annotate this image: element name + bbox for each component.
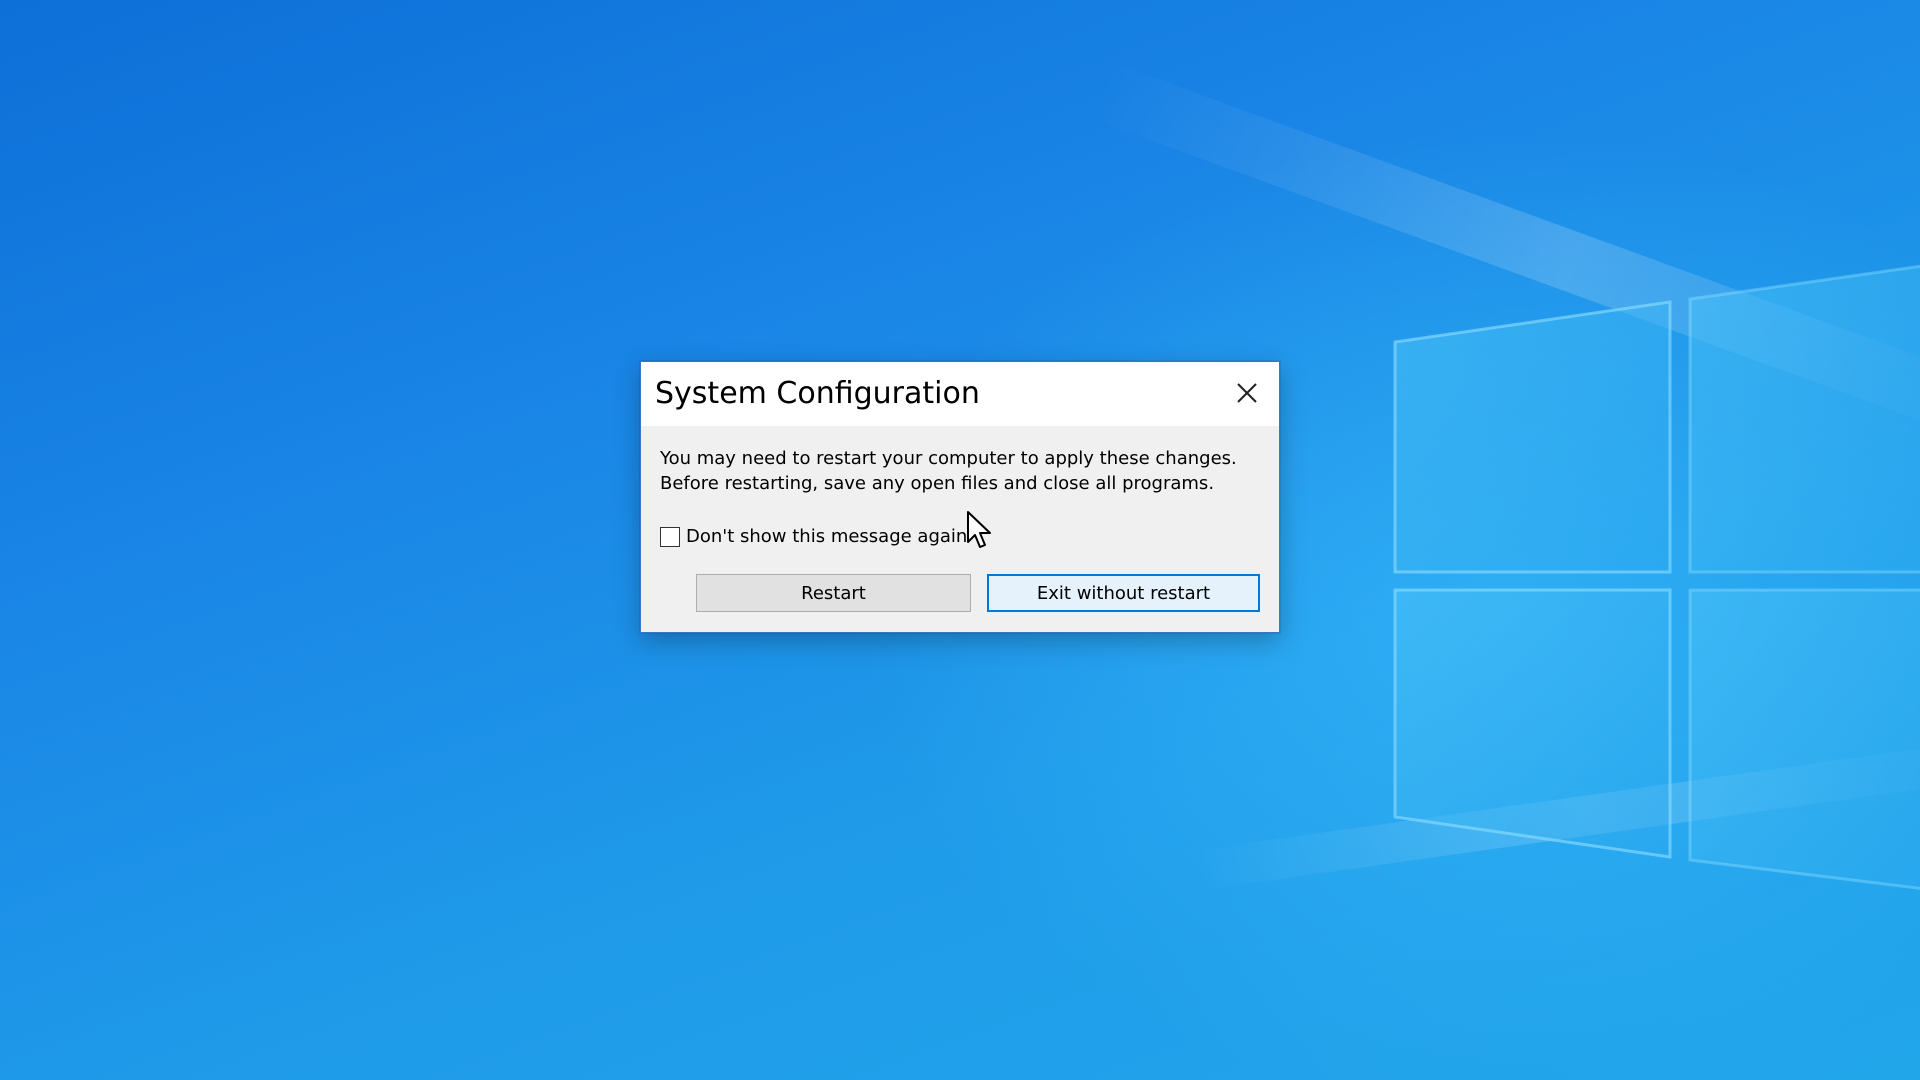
windows-logo-pane: [1688, 588, 1920, 890]
dialog-title: System Configuration: [655, 376, 980, 411]
restart-button[interactable]: Restart: [696, 574, 971, 612]
message-line: You may need to restart your computer to…: [660, 448, 1237, 469]
dialog-message: You may need to restart your computer to…: [660, 446, 1237, 496]
dont-show-again-checkbox[interactable]: [660, 526, 680, 547]
windows-logo-pane: [1393, 588, 1672, 859]
dont-show-again-option[interactable]: Don't show this message again: [660, 526, 967, 547]
dont-show-again-label[interactable]: Don't show this message again: [686, 526, 967, 547]
system-configuration-dialog: System Configuration You may need to res…: [640, 361, 1280, 633]
close-icon: [1237, 383, 1257, 403]
mouse-pointer-icon: [967, 511, 991, 548]
windows-logo-icon: [1393, 264, 1920, 890]
dialog-titlebar[interactable]: System Configuration: [641, 362, 1279, 426]
windows-logo-pane: [1393, 300, 1672, 574]
exit-without-restart-button[interactable]: Exit without restart: [987, 574, 1260, 612]
windows-logo-pane: [1688, 264, 1920, 574]
close-button[interactable]: [1219, 368, 1275, 418]
message-line: Before restarting, save any open files a…: [660, 473, 1215, 494]
